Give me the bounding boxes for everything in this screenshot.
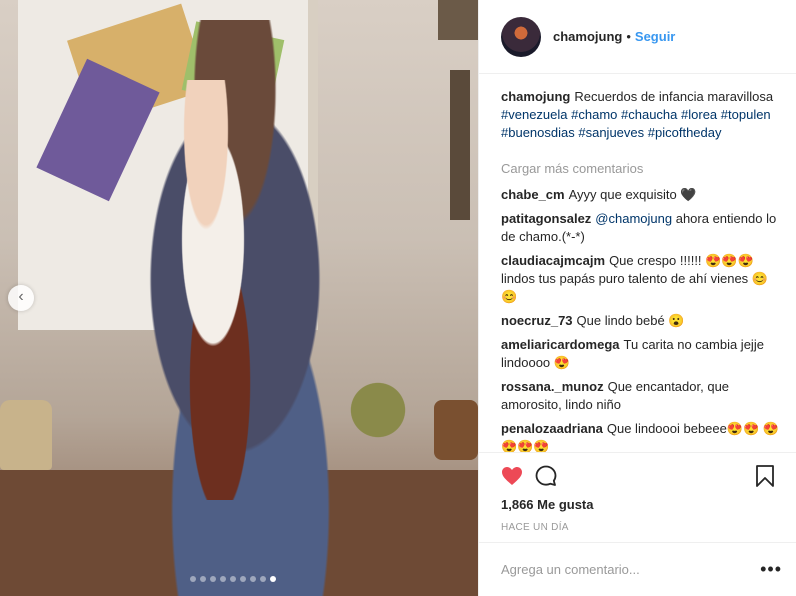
load-more-comments-button[interactable]: Cargar más comentarios xyxy=(501,160,782,178)
post-timestamp[interactable]: HACE UN DÍA xyxy=(501,522,782,533)
comment-username[interactable]: rossana._munoz xyxy=(501,379,604,394)
comment-item: rossana._munoz Que encantador, que amoros… xyxy=(501,378,782,414)
comment-username[interactable]: ameliaricardomega xyxy=(501,337,620,352)
wall-frame xyxy=(450,70,470,220)
caption: chamojung Recuerdos de infancia maravillo… xyxy=(501,88,782,142)
caption-username[interactable]: chamojung xyxy=(501,89,570,104)
comment-item: patitagonsalez @chamojung ahora entiendo … xyxy=(501,210,782,246)
comment-item: chabe_cm Ayyy que exquisito 🖤 xyxy=(501,186,782,204)
save-button[interactable] xyxy=(748,459,782,493)
carousel-dot xyxy=(230,576,236,582)
hashtags: #venezuela #chamo #chaucha #lorea #topul… xyxy=(501,107,771,140)
bookmark-icon xyxy=(756,465,774,487)
add-comment-section: ••• xyxy=(479,542,796,596)
post-photo[interactable]: ‹ xyxy=(0,0,478,596)
like-button[interactable] xyxy=(495,459,529,493)
comment-username[interactable]: patitagonsalez xyxy=(501,211,591,226)
comment-item: noecruz_73 Que lindo bebé 😮 xyxy=(501,312,782,330)
post-sidebar: chamojung • Seguir chamojung Recuerdos de… xyxy=(478,0,796,596)
hashtag-link[interactable]: #buenosdias xyxy=(501,125,575,140)
carousel-dot xyxy=(220,576,226,582)
carousel-indicator xyxy=(190,576,276,582)
separator: • xyxy=(626,29,631,44)
comment-item: claudiacajmcajm Que crespo !!!!!! 😍😍😍 lin… xyxy=(501,252,782,306)
comment-username[interactable]: penalozaadriana xyxy=(501,421,603,436)
carousel-dot xyxy=(190,576,196,582)
previous-photo-button[interactable]: ‹ xyxy=(8,285,34,311)
comment-input[interactable] xyxy=(501,562,761,577)
comment-item: penalozaadriana Que lindoooi bebeee😍😍 😍😍😍… xyxy=(501,420,782,452)
comment-items: chabe_cm Ayyy que exquisito 🖤 patitagonsal… xyxy=(501,186,782,452)
carousel-dot xyxy=(260,576,266,582)
hashtag-link[interactable]: #lorea xyxy=(681,107,717,122)
comment-username[interactable]: noecruz_73 xyxy=(501,313,573,328)
likes-count[interactable]: 1,866 Me gusta xyxy=(501,497,782,512)
comment-username[interactable]: claudiacajmcajm xyxy=(501,253,605,268)
post-header: chamojung • Seguir xyxy=(479,0,796,74)
wall-frame xyxy=(438,0,478,40)
hashtag-link[interactable]: #picoftheday xyxy=(648,125,722,140)
comment-text: Que lindo bebé 😮 xyxy=(576,313,685,328)
hashtag-link[interactable]: #chamo xyxy=(571,107,617,122)
comment-username[interactable]: chabe_cm xyxy=(501,187,565,202)
comment-item: ameliaricardomega Tu carita no cambia jej… xyxy=(501,336,782,372)
hashtag-link[interactable]: #venezuela xyxy=(501,107,568,122)
avatar[interactable] xyxy=(501,16,541,57)
hashtag-link[interactable]: #chaucha xyxy=(621,107,677,122)
pot xyxy=(434,400,478,460)
comments-list: chamojung Recuerdos de infancia maravillo… xyxy=(479,74,796,452)
follow-button[interactable]: Seguir xyxy=(635,29,675,44)
baby-figure xyxy=(150,80,290,500)
post-actions: 1,866 Me gusta HACE UN DÍA xyxy=(479,452,796,542)
author-username[interactable]: chamojung xyxy=(553,29,622,44)
hashtag-link[interactable]: #topulen xyxy=(721,107,771,122)
heart-icon xyxy=(502,467,522,485)
comment-text: Ayyy que exquisito 🖤 xyxy=(568,187,697,202)
more-options-icon[interactable]: ••• xyxy=(760,559,782,580)
comment-mention[interactable]: @chamojung xyxy=(595,211,672,226)
chevron-left-icon: ‹ xyxy=(18,288,24,305)
hashtag-link[interactable]: #sanjueves xyxy=(578,125,644,140)
carousel-dot xyxy=(250,576,256,582)
carousel-dot xyxy=(200,576,206,582)
carousel-dot xyxy=(270,576,276,582)
caption-text: Recuerdos de infancia maravillosa xyxy=(574,89,774,104)
instagram-post: ‹ chamojung • Seguir chamojung Recuerdos … xyxy=(0,0,796,596)
comment-icon xyxy=(535,465,557,486)
vase xyxy=(0,400,52,470)
carousel-dot xyxy=(240,576,246,582)
action-row xyxy=(495,459,782,493)
comment-button[interactable] xyxy=(529,459,563,493)
carousel-dot xyxy=(210,576,216,582)
